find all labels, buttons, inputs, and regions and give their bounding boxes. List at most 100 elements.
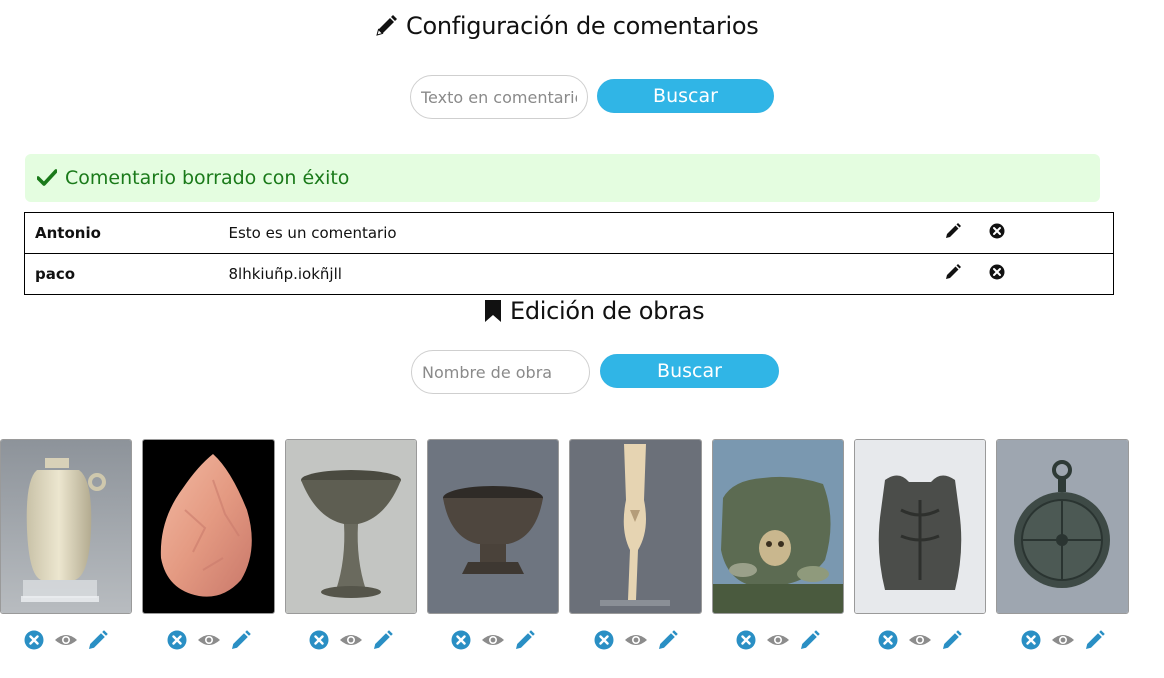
- close-circle-icon: [451, 630, 471, 650]
- comment-author: paco: [24, 253, 229, 295]
- edit-work-button[interactable]: [88, 630, 108, 650]
- pencil-icon: [89, 630, 108, 649]
- work-card-alabaster-jar[interactable]: [0, 439, 132, 614]
- comment-author: Antonio: [24, 212, 229, 254]
- edit-work-button[interactable]: [1085, 630, 1105, 650]
- close-circle-icon: [1021, 630, 1040, 650]
- work-card-ivory-figurine[interactable]: [569, 439, 702, 614]
- pencil-icon: [945, 223, 961, 238]
- view-work-button[interactable]: [197, 632, 221, 648]
- close-circle-icon: [594, 630, 613, 650]
- work-card-skull-urn[interactable]: [712, 439, 844, 614]
- comments-title-text: Configuración de comentarios: [406, 12, 759, 40]
- view-work-button[interactable]: [766, 632, 790, 648]
- eye-icon: [1051, 635, 1074, 645]
- delete-work-button[interactable]: [451, 630, 471, 650]
- edit-work-button[interactable]: [942, 630, 962, 650]
- table-row: Antonio Esto es un comentario: [24, 212, 1114, 254]
- close-circle-icon: [24, 630, 44, 650]
- close-circle-icon: [989, 223, 1004, 239]
- alert-text: Comentario borrado con éxito: [65, 167, 350, 189]
- alabaster-jar-image: [1, 440, 131, 613]
- pencil-icon: [801, 630, 820, 649]
- work-search-button[interactable]: Buscar: [600, 354, 779, 388]
- pencil-icon: [376, 15, 397, 36]
- close-circle-icon: [167, 630, 186, 650]
- table-row: paco 8lhkiuñp.iokñjll: [24, 253, 1114, 295]
- eye-icon: [482, 635, 504, 645]
- view-work-button[interactable]: [339, 632, 363, 648]
- work-card-astrolabe[interactable]: [996, 439, 1129, 614]
- astrolabe-image: [997, 440, 1128, 613]
- comments-table: Antonio Esto es un comentario paco 8lhki…: [24, 212, 1114, 295]
- comments-title: Configuración de comentarios: [374, 10, 759, 42]
- success-alert: Comentario borrado con éxito: [25, 154, 1100, 202]
- view-work-button[interactable]: [1051, 632, 1075, 648]
- close-circle-icon: [989, 264, 1004, 280]
- edit-comment-button[interactable]: [945, 264, 961, 284]
- work-actions: [142, 628, 275, 652]
- close-circle-icon: [309, 630, 329, 650]
- pencil-icon: [943, 630, 962, 649]
- delete-comment-button[interactable]: [989, 223, 1005, 243]
- eye-icon: [909, 635, 931, 645]
- work-actions: [569, 628, 702, 652]
- delete-work-button[interactable]: [167, 630, 187, 650]
- edit-work-button[interactable]: [658, 630, 678, 650]
- check-icon: [37, 169, 57, 186]
- ivory-figurine-image: [570, 440, 701, 613]
- edit-work-button[interactable]: [800, 630, 820, 650]
- eye-icon: [624, 635, 647, 645]
- pencil-icon: [945, 264, 961, 279]
- work-card-bronze-cuirass[interactable]: [854, 439, 986, 614]
- ceramic-bowl-image: [428, 440, 558, 613]
- work-actions: [285, 628, 417, 652]
- work-card-ceramic-bowl[interactable]: [427, 439, 559, 614]
- delete-work-button[interactable]: [24, 630, 44, 650]
- work-search-input[interactable]: [411, 350, 590, 394]
- view-work-button[interactable]: [481, 632, 505, 648]
- eye-icon: [55, 635, 77, 645]
- bookmark-icon: [485, 300, 501, 322]
- edit-work-button[interactable]: [515, 630, 535, 650]
- bronze-cuirass-image: [855, 440, 985, 613]
- flint-handaxe-image: [143, 440, 274, 613]
- work-card-ceramic-chalice[interactable]: [285, 439, 417, 614]
- view-work-button[interactable]: [54, 632, 78, 648]
- comment-text: 8lhkiuñp.iokñjll: [228, 253, 945, 295]
- delete-work-button[interactable]: [309, 630, 329, 650]
- delete-work-button[interactable]: [736, 630, 756, 650]
- eye-icon: [197, 635, 220, 645]
- work-actions: [0, 628, 132, 652]
- works-title: Edición de obras: [484, 295, 705, 327]
- work-actions: [996, 628, 1129, 652]
- pencil-icon: [231, 630, 251, 649]
- skull-urn-image: [713, 440, 843, 613]
- work-actions: [427, 628, 559, 652]
- pencil-icon: [658, 630, 678, 649]
- close-circle-icon: [878, 630, 898, 650]
- ceramic-chalice-image: [286, 440, 416, 613]
- edit-work-button[interactable]: [231, 630, 251, 650]
- pencil-icon: [516, 630, 535, 649]
- eye-icon: [767, 635, 789, 645]
- delete-work-button[interactable]: [594, 630, 614, 650]
- pencil-icon: [1085, 630, 1105, 649]
- work-actions: [712, 628, 844, 652]
- work-card-flint-handaxe[interactable]: [142, 439, 275, 614]
- eye-icon: [340, 635, 362, 645]
- delete-work-button[interactable]: [1021, 630, 1041, 650]
- view-work-button[interactable]: [908, 632, 932, 648]
- comment-text: Esto es un comentario: [228, 212, 945, 254]
- work-actions: [854, 628, 986, 652]
- edit-work-button[interactable]: [373, 630, 393, 650]
- close-circle-icon: [736, 630, 756, 650]
- comment-search-input[interactable]: [410, 75, 588, 119]
- works-title-text: Edición de obras: [510, 297, 705, 325]
- edit-comment-button[interactable]: [945, 223, 961, 243]
- delete-work-button[interactable]: [878, 630, 898, 650]
- comment-search-button[interactable]: Buscar: [597, 79, 774, 113]
- delete-comment-button[interactable]: [989, 264, 1005, 284]
- view-work-button[interactable]: [624, 632, 648, 648]
- pencil-icon: [374, 630, 393, 649]
